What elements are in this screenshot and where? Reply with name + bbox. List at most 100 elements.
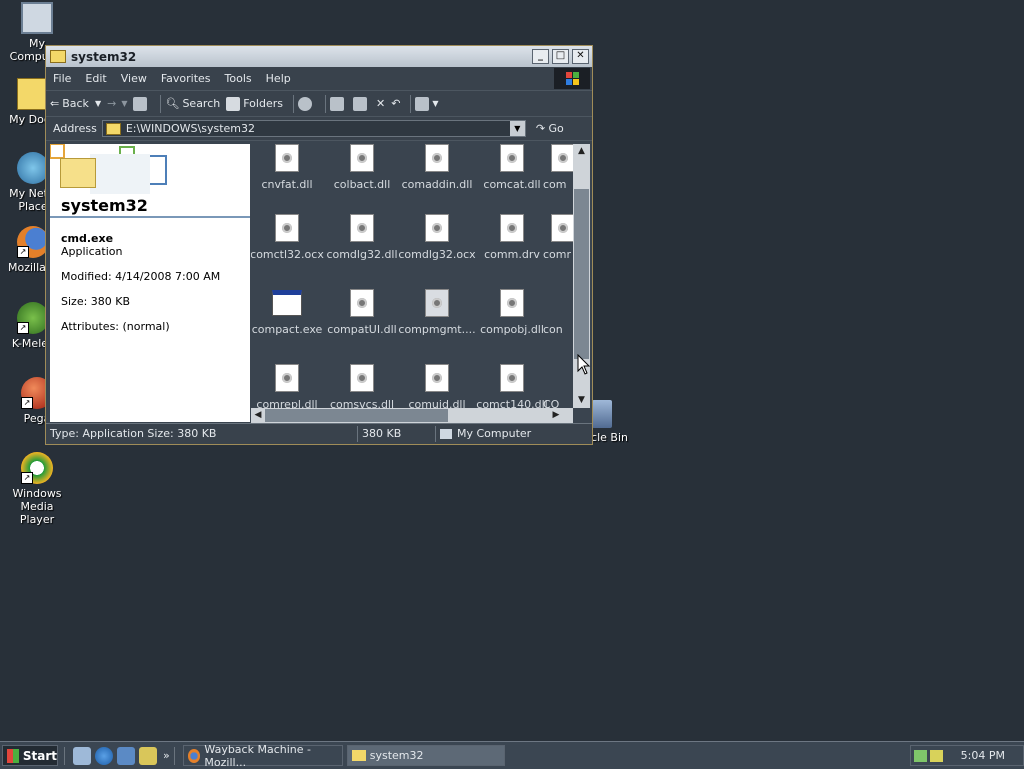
file-item[interactable]: comdlg32.ocx xyxy=(397,214,477,261)
task-wayback-machine[interactable]: Wayback Machine - Mozill... xyxy=(182,743,343,769)
file-item[interactable]: comuid.dll xyxy=(397,364,477,409)
folders-button[interactable]: Folders xyxy=(226,96,283,111)
file-item[interactable]: con xyxy=(543,289,573,336)
scroll-right-icon[interactable]: ▶ xyxy=(549,408,563,423)
windows-logo-icon xyxy=(554,68,590,89)
shortcut-arrow-icon: ↗ xyxy=(17,246,29,258)
file-item[interactable]: compact.exe xyxy=(251,289,327,336)
system-tray: 5:04 PM xyxy=(910,745,1024,766)
start-button[interactable]: Start xyxy=(2,745,58,766)
folder-title: system32 xyxy=(61,196,148,215)
dll-file-icon xyxy=(551,144,573,172)
file-item[interactable]: cnvfat.dll xyxy=(251,144,327,191)
file-item[interactable]: comr xyxy=(543,214,573,261)
go-arrow-icon: ↷ xyxy=(535,122,549,135)
shortcut-arrow-icon: ↗ xyxy=(17,322,29,334)
up-folder-button[interactable] xyxy=(133,96,150,111)
file-item[interactable]: CO xyxy=(543,364,573,409)
back-arrow-icon: ⇐ xyxy=(50,97,60,110)
shortcut-arrow-icon: ↗ xyxy=(21,472,33,484)
menu-file[interactable]: File xyxy=(46,72,78,85)
address-value: E:\WINDOWS\system32 xyxy=(125,122,255,135)
menu-view[interactable]: View xyxy=(114,72,154,85)
address-dropdown-icon[interactable]: ▼ xyxy=(509,121,525,136)
menu-edit[interactable]: Edit xyxy=(78,72,113,85)
media-player-icon: ↗ xyxy=(21,452,53,484)
chevron-down-icon: ▼ xyxy=(94,99,102,108)
quicklaunch-search-icon[interactable] xyxy=(139,746,157,765)
delete-icon: ✕ xyxy=(375,97,386,110)
horizontal-scrollbar[interactable]: ◀ ▶ xyxy=(251,408,573,423)
close-button[interactable]: ✕ xyxy=(572,49,589,64)
menu-help[interactable]: Help xyxy=(259,72,298,85)
scroll-thumb[interactable] xyxy=(574,189,589,359)
go-button[interactable]: ↷ Go xyxy=(536,122,564,135)
forward-button[interactable]: → ▼ xyxy=(107,97,127,110)
scroll-up-icon[interactable]: ▲ xyxy=(573,144,590,159)
scroll-left-icon[interactable]: ◀ xyxy=(251,408,265,423)
chevron-down-icon: ▼ xyxy=(432,99,439,108)
file-list[interactable]: cnvfat.dll colbact.dll comaddin.dll comc… xyxy=(251,144,573,409)
desktop-icon-media-player[interactable]: ↗ Windows Media Player xyxy=(2,452,72,526)
sync-icon xyxy=(297,96,312,111)
file-item[interactable]: comdlg32.dll xyxy=(322,214,402,261)
task-system32[interactable]: system32 xyxy=(346,745,505,766)
ocx-file-icon xyxy=(425,214,449,242)
menu-favorites[interactable]: Favorites xyxy=(154,72,218,85)
folder-icon xyxy=(351,750,366,761)
file-item[interactable]: colbact.dll xyxy=(322,144,402,191)
file-item[interactable]: comctl32.ocx xyxy=(251,214,327,261)
scroll-down-icon[interactable]: ▼ xyxy=(573,393,590,408)
delete-button[interactable]: ✕ xyxy=(376,97,385,110)
search-button[interactable]: 🔍︎ Search xyxy=(165,97,220,110)
taskbar-separator xyxy=(173,746,175,765)
quicklaunch-network-icon[interactable] xyxy=(117,746,135,765)
drv-file-icon xyxy=(500,214,524,242)
quicklaunch-ie-icon[interactable] xyxy=(95,746,113,765)
folders-icon xyxy=(226,96,241,111)
maximize-button[interactable]: □ xyxy=(552,49,569,64)
status-size: 380 KB xyxy=(358,426,436,442)
file-item[interactable]: comct140.dll xyxy=(472,364,552,409)
dll-file-icon xyxy=(350,214,374,242)
minimize-button[interactable]: _ xyxy=(532,49,549,64)
dll-file-icon xyxy=(350,364,374,392)
taskbar-separator xyxy=(64,746,65,765)
file-item[interactable]: compobj.dll xyxy=(472,289,552,336)
title-bar[interactable]: system32 _ □ ✕ xyxy=(46,46,592,67)
clock[interactable]: 5:04 PM xyxy=(961,749,1005,762)
file-item[interactable]: compatUI.dll xyxy=(322,289,402,336)
copy-to-button[interactable] xyxy=(352,96,370,111)
file-item[interactable]: comaddin.dll xyxy=(397,144,477,191)
file-item[interactable]: comcat.dll xyxy=(472,144,552,191)
ocx-file-icon xyxy=(275,214,299,242)
back-button[interactable]: ⇐ Back ▼ xyxy=(50,97,101,110)
file-item[interactable]: comsvcs.dll xyxy=(322,364,402,409)
file-item[interactable]: comrepl.dll xyxy=(251,364,327,409)
tray-network-icon[interactable] xyxy=(913,749,927,762)
toolbar: ⇐ Back ▼ → ▼ 🔍︎ Search Folders ✕ ↶ ▼ xyxy=(46,91,592,117)
window-title: system32 xyxy=(71,49,137,64)
toolbar-separator xyxy=(292,94,294,113)
file-item[interactable]: comm.drv xyxy=(472,214,552,261)
explorer-window[interactable]: system32 _ □ ✕ File Edit View Favorites … xyxy=(45,45,593,445)
views-icon xyxy=(415,96,430,111)
desktop-icon-label: Windows Media Player xyxy=(12,487,62,526)
mouse-cursor-icon xyxy=(577,354,591,375)
details-banner: system32 xyxy=(50,144,250,218)
views-button[interactable]: ▼ xyxy=(415,96,439,111)
sync-button[interactable] xyxy=(297,96,315,111)
menu-tools[interactable]: Tools xyxy=(218,72,259,85)
dll-file-icon xyxy=(500,289,524,317)
quicklaunch-desktop-icon[interactable] xyxy=(73,746,91,765)
file-icon xyxy=(551,214,573,242)
address-input[interactable]: E:\WINDOWS\system32 ▼ xyxy=(101,120,526,137)
file-item[interactable]: compmgmt.... xyxy=(397,289,477,336)
tray-security-icon[interactable] xyxy=(929,749,943,762)
scroll-thumb[interactable] xyxy=(265,409,448,422)
move-to-button[interactable] xyxy=(329,96,347,111)
copy-to-icon xyxy=(352,96,367,111)
file-item[interactable]: com xyxy=(543,144,573,191)
quicklaunch-overflow-icon[interactable]: » xyxy=(163,749,170,762)
undo-button[interactable]: ↶ xyxy=(391,97,400,110)
